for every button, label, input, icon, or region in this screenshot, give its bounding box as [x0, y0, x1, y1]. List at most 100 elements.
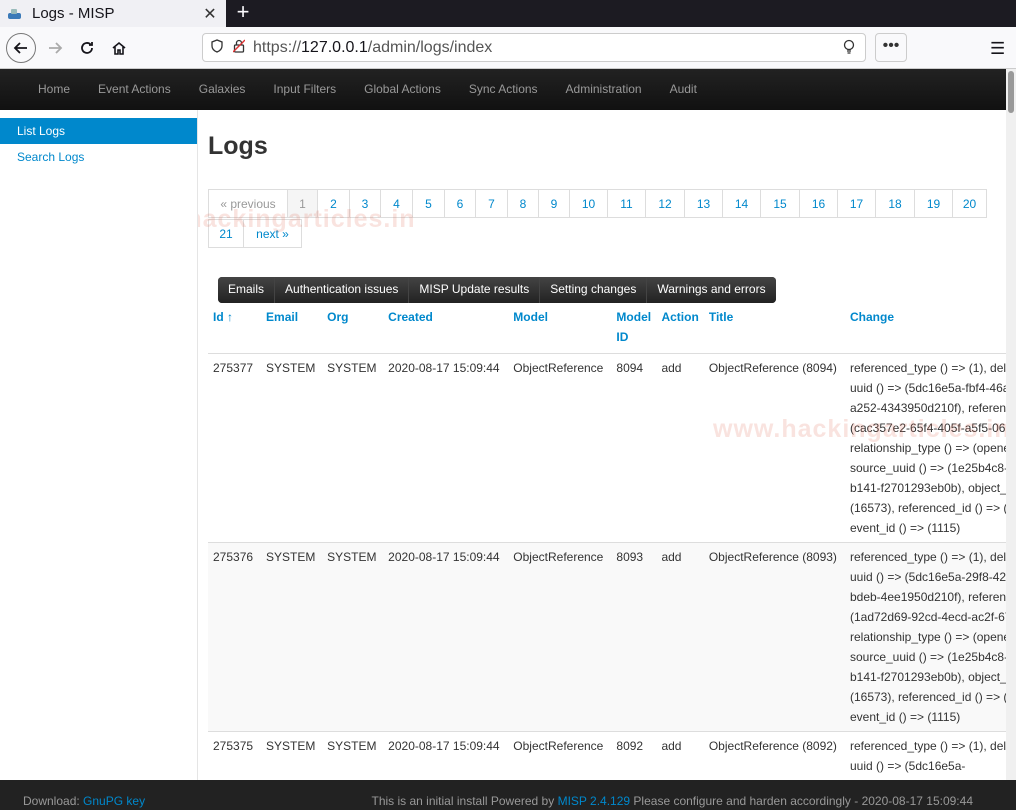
filter-button[interactable]: MISP Update results — [409, 277, 541, 303]
cell-created: 2020-08-17 15:09:44 — [383, 352, 509, 542]
cell-model: ObjectReference — [508, 352, 612, 542]
col-change[interactable]: Change — [844, 303, 1006, 354]
change-line: (1ad72d69-92cd-4ecd-ac2f-67 — [849, 609, 1006, 624]
table-row: 275377 SYSTEM SYSTEM 2020-08-17 15:09:44 Obj… — [208, 352, 1006, 542]
browser-tab-bar: Logs - MISP ✕ + — [0, 0, 1016, 27]
menu-home[interactable]: Home — [24, 69, 84, 110]
col-model-id[interactable]: Model ID — [611, 303, 657, 354]
menu-event-actions[interactable]: Event Actions — [84, 69, 185, 110]
change-line: bdeb-4ee1950d210f), referenc — [849, 589, 1006, 604]
change-line: event_id () => (1115) — [849, 709, 961, 724]
footer-notice: This is an initial install Powered by MI… — [371, 794, 973, 808]
table-row: 275376 SYSTEM SYSTEM 2020-08-17 15:09:44 Obj… — [208, 541, 1006, 731]
new-tab-icon[interactable]: + — [232, 0, 254, 27]
misp-main-menu: Home Event Actions Galaxies Input Filter… — [0, 69, 1006, 110]
back-icon[interactable] — [6, 33, 36, 63]
pagination-page[interactable]: 7 — [476, 189, 508, 218]
url-bar[interactable]: https://127.0.0.1/admin/logs/index — [202, 33, 866, 62]
watermark-text: www.hackingarticles.in — [198, 205, 416, 233]
col-id[interactable]: Id ↑ — [208, 303, 262, 354]
pagination-page[interactable]: 20 — [953, 189, 987, 218]
menu-sync-actions[interactable]: Sync Actions — [455, 69, 552, 110]
shield-icon[interactable] — [211, 39, 225, 56]
cell-title: ObjectReference (8092) — [703, 730, 845, 780]
log-filter-buttons: Emails Authentication issues MISP Update r… — [218, 277, 776, 303]
pagination-page[interactable]: 5 — [413, 189, 445, 218]
close-tab-icon[interactable]: ✕ — [202, 4, 218, 24]
change-line: uuid () => (5dc16e5a-fbf4-46a — [849, 380, 1006, 395]
gnupg-key-link[interactable]: GnuPG key — [83, 794, 145, 808]
sidebar: List Logs Search Logs — [0, 110, 198, 780]
lock-icon[interactable] — [232, 39, 247, 56]
cell-model-id: 8094 — [611, 352, 657, 542]
pagination-page[interactable]: 14 — [723, 189, 761, 218]
cell-action: add — [656, 730, 704, 780]
pagination-page[interactable]: 10 — [570, 189, 608, 218]
change-line: relationship_type () => (opene — [849, 629, 1006, 644]
pagination-page[interactable]: 17 — [838, 189, 876, 218]
menu-administration[interactable]: Administration — [552, 69, 656, 110]
cell-model-id: 8092 — [611, 730, 657, 780]
filter-button[interactable]: Emails — [218, 277, 276, 303]
page-title: Logs — [208, 132, 268, 160]
reload-icon[interactable] — [72, 33, 102, 63]
table-row: 275375 SYSTEM SYSTEM 2020-08-17 15:09:44 Obj… — [208, 730, 1006, 780]
tab-title: Logs - MISP — [32, 5, 115, 22]
scrollbar-thumb[interactable] — [1008, 71, 1014, 113]
home-icon[interactable] — [104, 33, 134, 63]
change-line: (16573), referenced_id () => ( — [849, 500, 1006, 515]
browser-toolbar: https://127.0.0.1/admin/logs/index ••• ☰ — [0, 27, 1016, 69]
change-line: referenced_type () => (1), dele — [849, 360, 1006, 375]
cell-id: 275375 — [208, 730, 262, 780]
cell-created: 2020-08-17 15:09:44 — [383, 730, 509, 780]
cell-org: SYSTEM — [322, 352, 384, 542]
filter-button[interactable]: Setting changes — [540, 277, 648, 303]
url-text: https://127.0.0.1/admin/logs/index — [253, 38, 493, 56]
filter-button[interactable]: Authentication issues — [275, 277, 410, 303]
filter-button[interactable]: Warnings and errors — [647, 277, 776, 303]
misp-favicon-icon — [8, 8, 22, 20]
change-line: (16573), referenced_id () => ( — [849, 689, 1006, 704]
menu-galaxies[interactable]: Galaxies — [185, 69, 260, 110]
misp-version-link[interactable]: MISP 2.4.129 — [558, 794, 631, 808]
sidebar-item-search-logs[interactable]: Search Logs — [0, 144, 197, 170]
pagination-page[interactable]: 16 — [800, 189, 838, 218]
pagination-page[interactable]: 9 — [539, 189, 570, 218]
change-line: source_uuid () => (1e25b4c8- — [849, 460, 1006, 475]
browser-tab[interactable]: Logs - MISP ✕ — [0, 0, 226, 27]
cell-org: SYSTEM — [322, 541, 384, 731]
pagination-page[interactable]: 6 — [445, 189, 476, 218]
sidebar-item-list-logs[interactable]: List Logs — [0, 118, 197, 144]
pagination-page[interactable]: 12 — [646, 189, 685, 218]
cell-email: SYSTEM — [261, 541, 323, 731]
watermark-text: www.hackingarticles.in — [713, 415, 1006, 443]
more-icon[interactable]: ••• — [875, 33, 907, 62]
col-title[interactable]: Title — [703, 303, 845, 354]
col-org[interactable]: Org — [322, 303, 384, 354]
pagination-page[interactable]: 11 — [608, 189, 646, 218]
cell-title: ObjectReference (8094) — [703, 352, 845, 542]
change-line: uuid () => (5dc16e5a- — [849, 758, 966, 773]
main-content: Logs « previous 1 2 3 4 5 6 7 8 9 10 11 12 13 14 15 16 1… — [198, 110, 1006, 780]
pagination-page[interactable]: 8 — [508, 189, 539, 218]
col-email[interactable]: Email — [261, 303, 323, 354]
col-created[interactable]: Created — [383, 303, 509, 354]
menu-audit[interactable]: Audit — [656, 69, 711, 110]
change-line: event_id () => (1115) — [849, 520, 961, 535]
col-action[interactable]: Action — [656, 303, 704, 354]
pagination-page[interactable]: 19 — [915, 189, 953, 218]
page-scrollbar[interactable] — [1006, 69, 1016, 780]
bulb-icon[interactable] — [843, 39, 855, 58]
change-line: referenced_type () => (1), dele — [849, 738, 1006, 753]
pagination-page[interactable]: 15 — [761, 189, 800, 218]
col-model[interactable]: Model — [508, 303, 612, 354]
cell-action: add — [656, 541, 704, 731]
forward-icon[interactable] — [40, 33, 70, 63]
menu-global-actions[interactable]: Global Actions — [350, 69, 455, 110]
cell-action: add — [656, 352, 704, 542]
hamburger-icon[interactable]: ☰ — [990, 39, 1005, 59]
cell-email: SYSTEM — [261, 730, 323, 780]
pagination-page[interactable]: 18 — [876, 189, 915, 218]
menu-input-filters[interactable]: Input Filters — [259, 69, 350, 110]
pagination-page[interactable]: 13 — [685, 189, 723, 218]
